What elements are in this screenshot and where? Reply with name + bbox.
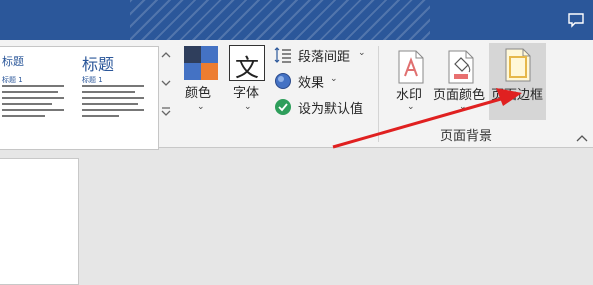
paragraph-spacing-dropdown-icon: ⌄	[358, 48, 366, 58]
paragraph-spacing-icon	[274, 46, 292, 64]
gallery-scroll-up-button[interactable]	[160, 48, 172, 62]
color-palette-icon	[184, 46, 218, 80]
page-borders-icon	[505, 48, 531, 82]
colors-label: 颜色	[185, 86, 212, 101]
page-borders-label: 页面边框	[491, 88, 544, 103]
fonts-icon: 文	[235, 54, 259, 82]
paragraph-spacing-button[interactable]: 段落间距 ⌄	[272, 44, 372, 66]
effects-dropdown-icon: ⌄	[330, 74, 338, 84]
page-borders-icon-wrap	[503, 48, 533, 82]
page-color-icon	[448, 50, 474, 84]
fonts-dropdown-icon[interactable]: ⌄	[244, 102, 252, 112]
style-sample-lines	[82, 85, 144, 121]
style-heading: 标题	[82, 55, 115, 74]
styles-gallery: 标题 标题 1 标题 标题 1	[0, 46, 159, 150]
page-color-button[interactable]	[446, 50, 476, 84]
watermark-icon	[398, 50, 424, 84]
style-thumbnail-title[interactable]: 标题 标题 1	[0, 47, 72, 147]
collapse-ribbon-icon[interactable]	[576, 128, 588, 142]
page-color-dropdown-icon[interactable]: ⌄	[459, 102, 467, 112]
set-as-default-label: 设为默认值	[298, 102, 364, 117]
watermark-label: 水印	[396, 88, 423, 103]
page-color-label: 页面颜色	[433, 88, 486, 103]
comments-icon[interactable]	[567, 11, 585, 29]
document-page[interactable]	[0, 158, 79, 285]
effects-icon	[274, 72, 292, 90]
checkmark-icon	[274, 98, 292, 116]
style-thumbnail-title-1[interactable]: 标题 标题 1	[80, 47, 152, 147]
gallery-scroll-down-button[interactable]	[160, 76, 172, 90]
watermark-button[interactable]	[396, 50, 426, 84]
title-bar-pattern	[130, 0, 430, 40]
watermark-dropdown-icon[interactable]: ⌄	[407, 102, 415, 112]
colors-dropdown-icon[interactable]: ⌄	[197, 102, 205, 112]
page-background-group-label: 页面背景	[440, 129, 493, 144]
colors-button[interactable]	[183, 45, 219, 81]
gallery-more-button[interactable]	[160, 104, 172, 118]
fonts-label: 字体	[233, 86, 260, 101]
style-subheading: 标题 1	[82, 76, 103, 84]
group-separator	[378, 46, 379, 142]
paragraph-spacing-label: 段落间距	[298, 50, 351, 65]
fonts-button[interactable]: 文	[229, 45, 265, 82]
ribbon: 标题 标题 1 标题 标题 1 颜色 ⌄ 文 字体 ⌄ 段落间距 ⌄ 效果 ⌄ …	[0, 40, 593, 150]
style-sample-lines	[2, 85, 64, 121]
effects-button[interactable]: 效果 ⌄	[272, 70, 372, 92]
set-as-default-button[interactable]: 设为默认值	[272, 96, 372, 118]
style-subheading: 标题 1	[2, 76, 23, 84]
effects-label: 效果	[298, 76, 325, 91]
title-bar	[0, 0, 593, 40]
style-heading: 标题	[2, 55, 24, 68]
gallery-scrollbar	[160, 48, 174, 146]
